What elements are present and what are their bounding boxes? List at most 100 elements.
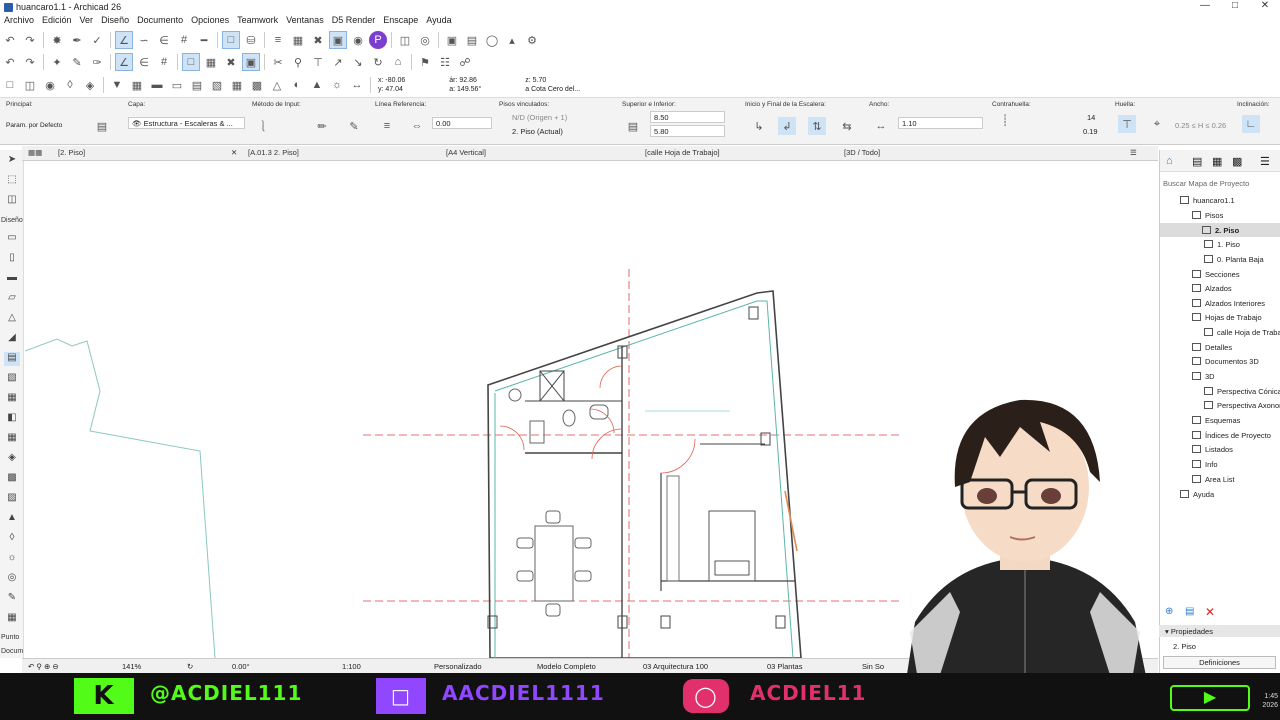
gear-icon[interactable]: ⚙ (523, 31, 541, 49)
navigator-item[interactable]: Secciones (1192, 267, 1240, 281)
wall-tool-icon[interactable]: ▭ (4, 232, 20, 246)
slab-tool-icon[interactable]: ▱ (4, 292, 20, 306)
stretch-icon[interactable]: ↗ (329, 53, 347, 71)
navigator-item[interactable]: calle Hoja de Trabajo (I (1204, 325, 1280, 339)
reference-line-icon[interactable]: ≡ (378, 117, 396, 135)
zone-tool-icon[interactable]: ▩ (4, 472, 20, 486)
model-icon[interactable]: ▴ (503, 31, 521, 49)
riser-height[interactable]: 0.19 (1083, 127, 1098, 136)
definitions-button[interactable]: Definiciones (1163, 656, 1276, 669)
pick-up-icon[interactable]: ✸ (48, 31, 66, 49)
bottom-height-field[interactable]: 5.80 (650, 125, 725, 137)
link-icon[interactable]: ☍ (456, 53, 474, 71)
navigator-search[interactable]: Buscar Mapa de Proyecto (1163, 179, 1249, 188)
stair-flip-icon[interactable]: ⇆ (838, 117, 856, 135)
railing-icon[interactable]: ▧ (208, 76, 226, 94)
tab-2-piso[interactable]: [2. Piso] (58, 148, 85, 157)
fit-icon[interactable]: ▦ (202, 53, 220, 71)
undo2-icon[interactable]: ↶ (1, 53, 19, 71)
riser-count[interactable]: 14 (1087, 113, 1095, 122)
menu-documento[interactable]: Documento (133, 15, 187, 28)
column-tool-icon[interactable]: ▯ (4, 252, 20, 266)
snapshot-icon[interactable]: ◯ (483, 31, 501, 49)
menu-opciones[interactable]: Opciones (187, 15, 233, 28)
tab-a01-3-piso[interactable]: [A.01.3 2. Piso] (248, 148, 299, 157)
input-method-curved-icon[interactable]: ✎ (345, 117, 363, 135)
render-icon[interactable]: ◉ (349, 31, 367, 49)
object-icon[interactable]: ◉ (41, 76, 59, 94)
zoom-value[interactable]: 141% (122, 662, 141, 671)
fill-tool-icon[interactable]: ▦ (4, 612, 20, 626)
trace-icon[interactable]: ▣ (329, 31, 347, 49)
layer-select[interactable]: 👁 Estructura - Escaleras & ... (128, 117, 245, 129)
label-tool-icon[interactable]: ✎ (4, 592, 20, 606)
offset-icon[interactable]: ↘ (349, 53, 367, 71)
navigator-item[interactable]: 1. Piso (1204, 237, 1240, 251)
roof-tool-icon[interactable]: △ (4, 312, 20, 326)
beam-icon[interactable]: ▬ (148, 76, 166, 94)
tread-rule-icon[interactable]: ⌖ (1148, 115, 1166, 133)
pen-set-value[interactable]: Personalizado (434, 662, 482, 671)
tread-icon[interactable]: ⊤ (1118, 115, 1136, 133)
shell-icon[interactable]: ◐ (288, 76, 306, 94)
pisos-top[interactable]: N/D (Origen + 1) (512, 113, 567, 122)
tab-calle-hoja[interactable]: [calle Hoja de Trabajo] (645, 148, 720, 157)
snap-guides-icon[interactable]: ∽ (135, 31, 153, 49)
slab-icon[interactable]: ▭ (168, 76, 186, 94)
project-map-icon[interactable]: ⌂ (1166, 155, 1173, 167)
delete-item-icon[interactable]: ✕ (1205, 605, 1215, 619)
tab-options-icon[interactable]: ☰ (1130, 148, 1137, 157)
layer-combination-value[interactable]: 03 Arquitectura 100 (643, 662, 708, 671)
principal-value[interactable]: Param. por Defecto (6, 122, 62, 129)
railing-tool-icon[interactable]: ▧ (4, 372, 20, 386)
plantas-value[interactable]: 03 Plantas (767, 662, 802, 671)
gravity-icon[interactable]: ∈ (155, 31, 173, 49)
brush-icon[interactable]: ✑ (88, 53, 106, 71)
section-tool-icon[interactable]: ◎ (4, 572, 20, 586)
sphere-icon[interactable]: ◎ (416, 31, 434, 49)
view-map-icon[interactable]: ▤ (1192, 155, 1202, 168)
navigator-item[interactable]: 0. Planta Baja (1204, 252, 1264, 266)
lamp-icon[interactable]: ☼ (328, 76, 346, 94)
minimize-button[interactable]: — (1190, 0, 1220, 11)
new-item-icon[interactable]: ⊕ (1165, 606, 1173, 617)
camera-icon[interactable]: ▣ (443, 31, 461, 49)
layers-icon[interactable]: ≡ (269, 31, 287, 49)
navigator-item[interactable]: huancaro1.1 (1180, 193, 1235, 207)
tab-a4-vertical[interactable]: [A4 Vertical] (446, 148, 486, 157)
navigator-item[interactable]: Perspectiva Axonométr (1204, 398, 1280, 412)
navigator-item[interactable]: 3D (1192, 369, 1215, 383)
mesh-icon[interactable]: ◊ (61, 76, 79, 94)
zone-icon[interactable]: ▩ (248, 76, 266, 94)
lamp-tool-icon[interactable]: ☼ (4, 552, 20, 566)
marquee-tool-icon[interactable]: ⬚ (4, 174, 20, 188)
arrow-tool-icon[interactable]: ➤ (4, 154, 20, 168)
rotate-view-icon[interactable]: ↻ (187, 662, 193, 671)
profile-icon[interactable]: P (369, 31, 387, 49)
beam-tool-icon[interactable]: ▬ (4, 272, 20, 286)
rotate-icon[interactable]: ↻ (369, 53, 387, 71)
morph-icon[interactable]: ◈ (81, 76, 99, 94)
sin-value[interactable]: Sin So (862, 662, 884, 671)
input-method-icon[interactable]: ⎱ (254, 117, 272, 135)
curtain-wall-icon[interactable]: ▦ (228, 76, 246, 94)
stair-tool-icon[interactable]: ▤ (4, 352, 20, 366)
navigator-item[interactable]: Ayuda (1180, 487, 1214, 501)
menu-teamwork[interactable]: Teamwork (233, 15, 282, 28)
mesh-tool-icon[interactable]: ▨ (4, 492, 20, 506)
magic-wand-icon[interactable]: ✦ (48, 53, 66, 71)
navigator-item[interactable]: Documentos 3D (1192, 354, 1259, 368)
crop-icon[interactable]: ▣ (242, 53, 260, 71)
pisos-bottom[interactable]: 2. Piso (Actual) (512, 127, 563, 136)
move-icon[interactable]: ✖ (309, 31, 327, 49)
redo-icon[interactable]: ↷ (21, 31, 39, 49)
top-height-field[interactable]: 8.50 (650, 111, 725, 123)
stair-settings-icon[interactable]: ▤ (93, 117, 111, 135)
navigator-item[interactable]: Detalles (1192, 340, 1232, 354)
navigator-item[interactable]: Area List (1192, 472, 1235, 486)
tree-icon[interactable]: ☷ (436, 53, 454, 71)
tab-3d-todo[interactable]: [3D / Todo] (844, 148, 880, 157)
pencil-icon[interactable]: ✎ (68, 53, 86, 71)
maximize-button[interactable]: □ (1220, 0, 1250, 11)
menu-ver[interactable]: Ver (76, 15, 98, 28)
